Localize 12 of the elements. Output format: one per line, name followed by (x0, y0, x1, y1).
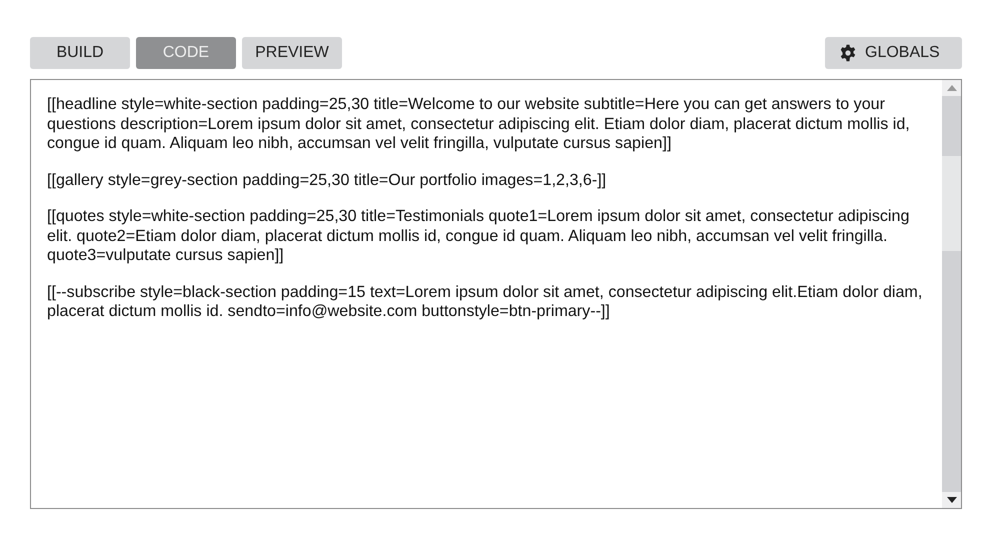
settings-icon (839, 44, 857, 62)
scroll-up-icon[interactable] (946, 85, 956, 91)
code-text: [[gallery style=grey-section padding=25,30 title=Our portfolio images=1,2,3,6-]] (47, 170, 608, 190)
scroll-down-icon[interactable] (946, 497, 956, 503)
globals-button[interactable]: GLOBALS (825, 37, 962, 69)
code-text: [[headline style=white-section padding=25,30 title=Welcome to our website subtitle=Here you can get answers to your questions description=Lorem ipsum dolor sit amet, consectetur adipiscing elit. Etiam dolor diam, placerat dictum mollis id, congue id quam. Aliquam leo nibh, accumsan vel velit fringilla, vulputate cursus sapien]] (47, 95, 911, 154)
code-editor[interactable] (30, 79, 962, 509)
tab[interactable]: PREVIEW (242, 37, 342, 69)
code-text: [[quotes style=white-section padding=25,30 title=Testimonials quote1=Lorem ipsum dolor sit amet, consectetur adipiscing elit. quote2=Etiam dolor diam, placerat dictum mollis id, congue id quam. Aliquam leo nibh, accumsan vel velit fringilla. quote3=vulputate cursus sapien]] (47, 207, 910, 266)
tab[interactable]: BUILD (30, 37, 130, 69)
code-text: [[--subscribe style=black-section padding=15 text=Lorem ipsum dolor sit amet, consectetur adipiscing elit.Etiam dolor diam, placerat dictum mollis id. sendto=info@website.com buttonstyle=btn-primary--]] (47, 282, 924, 322)
scroll-thumb[interactable] (942, 156, 961, 251)
